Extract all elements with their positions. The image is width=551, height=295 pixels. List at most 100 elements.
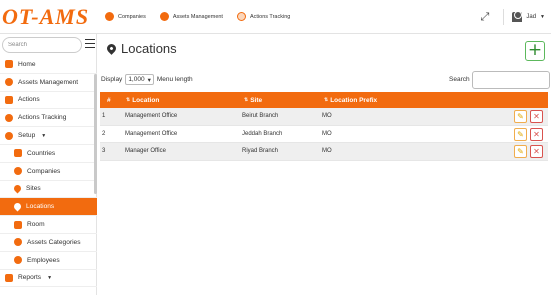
cell-site: Riyad Branch [242,148,279,154]
cell-prefix: MO [322,148,332,154]
caret-down-icon: ▼ [540,14,545,20]
edit-button[interactable]: ✎ [514,110,527,123]
length-value: 1,000 [128,76,145,83]
door-icon [14,220,22,229]
edit-button[interactable]: ✎ [514,127,527,141]
sort-icon: ⇅ [126,97,131,103]
sidebar-menu: Home Assets Management Actions Actions T… [0,56,97,288]
flag-icon [14,149,22,158]
sidebar-item-actions[interactable]: Actions [0,92,97,110]
cell-location: Management Office [125,113,178,119]
sidebar-item-label: Assets Categories [27,238,81,246]
cell-number: 2 [102,130,106,137]
table-header: # ⇅ Location ⇅ Site ⇅ Location Prefix [100,92,548,108]
sidebar-item-setup[interactable]: Setup ▼ [0,127,97,145]
user-menu-button[interactable]: Jad ▼ [503,9,545,25]
home-icon [5,60,13,69]
sidebar-item-assets-categories[interactable]: Assets Categories [0,234,97,252]
sidebar-search-row [0,36,97,54]
top-right-controls: ⤢ Jad ▼ [481,9,545,25]
delete-button[interactable]: ✕ [530,127,543,141]
add-location-button[interactable]: + [525,41,545,61]
sidebar-item-home[interactable]: Home [0,56,97,74]
rocket-icon [5,78,13,87]
cell-number: 3 [102,148,106,154]
cell-site: Beirut Branch [242,113,279,119]
cell-location: Management Office [125,130,178,137]
menu-length-label: Menu length [156,76,193,83]
topnav-companies[interactable]: Companies [105,12,146,21]
rocket-icon [105,12,114,21]
table-row: 1 Management Office Beirut Branch MO ✎ ✕ [100,108,548,126]
sidebar-item-label: Actions Tracking [18,114,67,122]
column-header-location[interactable]: ⇅ Location [126,97,159,104]
clipboard-icon [5,95,13,104]
cell-site: Jeddah Branch [242,130,283,137]
sidebar-item-label: Room [27,221,45,229]
sidebar-search-input[interactable] [2,37,82,53]
map-marker-icon [12,184,23,194]
top-bar: OT-AMS Companies Assets Management Actio… [0,0,551,34]
gear-icon [5,131,13,140]
sidebar-item-room[interactable]: Room [0,216,97,234]
sort-icon: ⇅ [244,97,249,103]
users-icon [14,256,22,265]
rocket-icon [14,238,22,247]
length-control: Display 1,000 ▾ Menu length [101,74,193,85]
topnav-label: Actions Tracking [249,13,291,20]
cell-location: Manager Office [125,148,166,154]
sidebar-item-actions-tracking[interactable]: Actions Tracking [0,109,97,128]
edit-button[interactable]: ✎ [514,145,527,158]
sidebar-item-sites[interactable]: Sites [0,181,97,199]
sidebar-item-label: Sites [26,185,41,193]
menu-toggle-icon[interactable] [85,39,95,49]
user-name: Jad [526,14,537,20]
sidebar-item-reports[interactable]: Reports ▼ [0,270,97,288]
topnav-assets-management[interactable]: Assets Management [159,12,223,21]
column-header-location-prefix[interactable]: ⇅ Location Prefix [324,97,377,104]
brand-logo[interactable]: OT-AMS [2,4,89,30]
sidebar-item-companies[interactable]: Companies [0,163,97,181]
topnav-actions-tracking[interactable]: Actions Tracking [236,12,291,21]
sidebar-item-label: Locations [26,203,55,211]
cell-prefix: MO [322,113,332,119]
sidebar-item-label: Employees [27,256,60,264]
table-search-label: Search [449,76,470,83]
delete-button[interactable]: ✕ [530,145,543,158]
table-row: 3 Manager Office Riyad Branch MO ✎ ✕ [100,143,548,161]
sidebar-item-label: Companies [27,167,61,175]
user-icon [512,11,523,22]
fullscreen-icon[interactable]: ⤢ [481,11,490,24]
sidebar: Home Assets Management Actions Actions T… [0,34,97,295]
sidebar-item-employees[interactable]: Employees [0,252,97,270]
table-row: 2 Management Office Jeddah Branch MO ✎ ✕ [100,126,548,143]
page-title-text: Locations [121,41,177,56]
delete-button[interactable]: ✕ [530,110,543,123]
table-search-input[interactable] [472,71,550,89]
chart-icon [5,273,13,282]
display-label: Display [101,76,123,83]
sidebar-item-assets-management[interactable]: Assets Management [0,74,97,92]
caret-down-icon: ▼ [47,274,53,281]
sidebar-item-label: Home [18,60,36,68]
top-nav: Companies Assets Management Actions Trac… [105,12,290,21]
map-marker-icon [105,42,118,55]
rocket-icon [159,12,169,21]
sidebar-item-countries[interactable]: Countries [0,145,97,163]
cell-number: 1 [102,113,106,119]
column-header-site[interactable]: ⇅ Site [244,97,262,104]
page-title: Locations [105,41,177,56]
sidebar-item-label: Actions [18,96,40,104]
topnav-label: Assets Management [172,13,223,20]
sidebar-item-locations[interactable]: Locations [0,198,97,217]
history-icon [5,113,13,122]
length-select[interactable]: 1,000 ▾ [125,74,154,85]
sort-icon: ⇅ [324,97,329,103]
cell-prefix: MO [322,130,332,137]
rocket-icon [14,167,22,176]
map-marker-icon [12,201,23,212]
locations-table: # ⇅ Location ⇅ Site ⇅ Location Prefix 1 … [100,92,548,161]
topnav-label: Companies [118,13,146,20]
main-content: Locations + Display 1,000 ▾ Menu length … [97,34,551,295]
column-header-number[interactable]: # [107,97,111,104]
